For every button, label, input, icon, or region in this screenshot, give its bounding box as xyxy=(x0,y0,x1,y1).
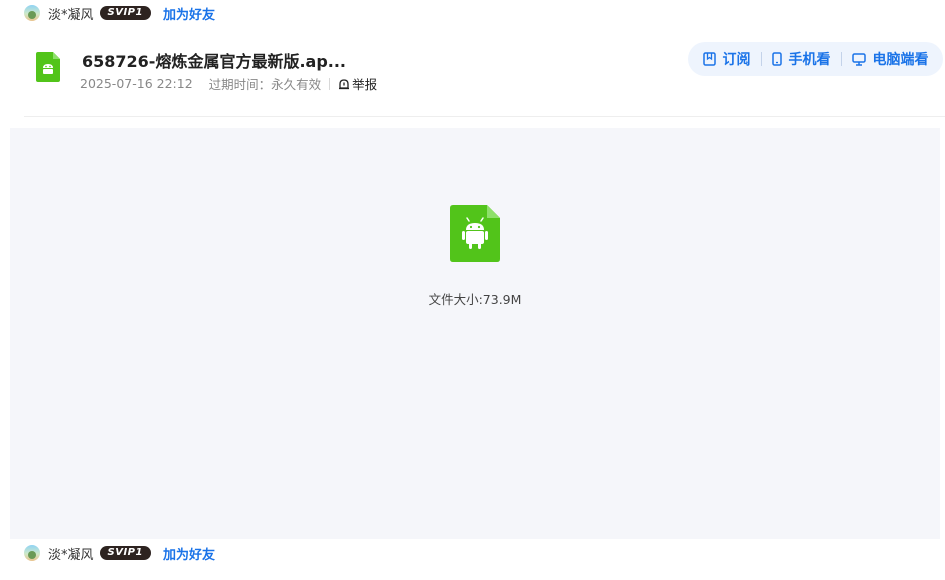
add-friend-link[interactable]: 加为好友 xyxy=(163,544,215,563)
file-meta: 2025-07-16 22:12 过期时间：永久有效 举报 xyxy=(80,74,377,93)
header-divider xyxy=(24,116,945,117)
mobile-view-button[interactable]: 手机看 xyxy=(762,49,841,69)
monitor-icon xyxy=(851,52,866,66)
desktop-view-button[interactable]: 电脑端看 xyxy=(842,49,939,69)
file-name: 658726-熔炼金属官方最新版.ap... xyxy=(82,52,347,71)
avatar[interactable] xyxy=(24,5,40,21)
alert-icon xyxy=(339,78,350,89)
file-preview-area: 文件大小:73.9M xyxy=(10,128,940,539)
action-bar: 订阅 手机看 电脑端看 xyxy=(688,42,943,76)
vip-badge: SVIP1 xyxy=(99,6,151,20)
upload-date: 2025-07-16 22:12 xyxy=(80,76,193,91)
username[interactable]: 淡*凝风 xyxy=(48,4,94,23)
meta-divider xyxy=(329,77,331,90)
android-apk-icon xyxy=(36,52,60,82)
expire-time: 过期时间：永久有效 xyxy=(208,77,322,92)
phone-icon xyxy=(771,52,782,66)
username[interactable]: 淡*凝风 xyxy=(48,544,94,563)
add-friend-link[interactable]: 加为好友 xyxy=(163,4,215,23)
subscribe-button[interactable]: 订阅 xyxy=(693,49,761,69)
subscribe-label: 订阅 xyxy=(722,52,751,68)
file-size: 文件大小:73.9M xyxy=(428,292,522,307)
avatar[interactable] xyxy=(24,545,40,561)
android-apk-icon xyxy=(450,205,500,262)
bookmark-icon xyxy=(702,52,716,66)
desktop-view-label: 电脑端看 xyxy=(872,52,929,68)
vip-badge: SVIP1 xyxy=(99,546,151,560)
user-bar-top: 淡*凝风 SVIP1 加为好友 xyxy=(24,2,215,24)
report-link[interactable]: 举报 xyxy=(338,74,377,93)
report-label: 举报 xyxy=(352,77,378,92)
user-bar-bottom: 淡*凝风 SVIP1 加为好友 xyxy=(24,542,215,564)
mobile-view-label: 手机看 xyxy=(788,52,831,68)
